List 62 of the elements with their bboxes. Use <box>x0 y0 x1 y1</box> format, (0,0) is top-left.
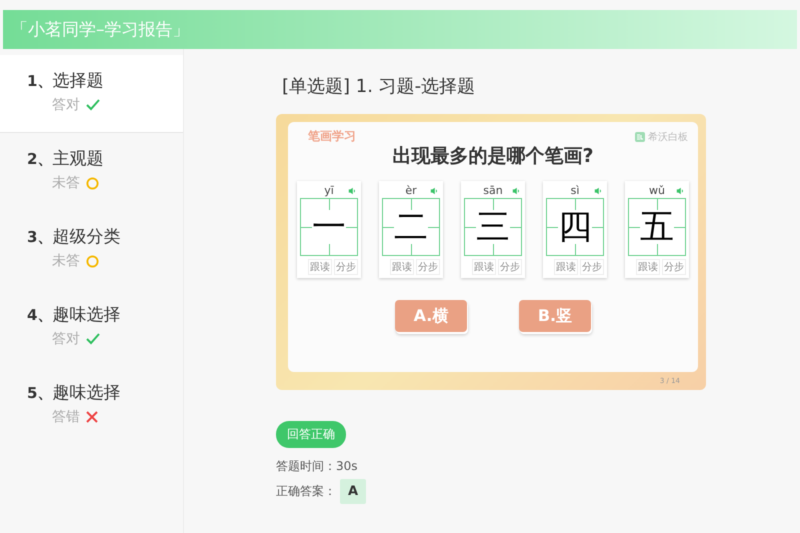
answer-label: 正确答案： <box>276 483 336 500</box>
item-number: 4、 <box>27 306 52 325</box>
chinese-character: 二 <box>394 210 428 244</box>
check-icon <box>86 333 100 345</box>
chinese-character: 五 <box>640 210 674 244</box>
status-text: 答对 <box>52 330 80 348</box>
speaker-icon <box>430 187 438 195</box>
circle-icon <box>86 176 99 190</box>
report-title: 「小茗同学–学习报告」 <box>11 19 190 41</box>
card-button[interactable]: 跟读 <box>390 259 414 275</box>
item-title: 趣味选择 <box>52 304 120 326</box>
speaker-icon <box>676 187 684 195</box>
item-number: 3、 <box>27 228 52 247</box>
cross-icon <box>86 411 98 423</box>
card-button[interactable]: 分步 <box>416 259 440 275</box>
pinyin-text: yī <box>324 184 334 198</box>
logo-text: 希沃白板 <box>648 130 688 144</box>
card-button[interactable]: 分步 <box>580 259 604 275</box>
question-title: [单选题] 1. 习题-选择题 <box>282 75 476 98</box>
answer-time: 答题时间：30s <box>276 458 359 475</box>
item-title: 主观题 <box>52 148 104 170</box>
question-item[interactable]: 5、趣味选择 答错 <box>0 367 183 445</box>
item-title: 趣味选择 <box>52 382 120 404</box>
pinyin-text: sān <box>483 184 503 198</box>
pinyin-text: sì <box>570 184 580 198</box>
card-button[interactable]: 跟读 <box>472 259 496 275</box>
card-button[interactable]: 跟读 <box>636 259 660 275</box>
correct-answer: A <box>340 479 366 504</box>
item-title: 超级分类 <box>52 226 120 248</box>
check-icon <box>86 99 100 111</box>
card-button[interactable]: 跟读 <box>554 259 578 275</box>
item-number: 5、 <box>27 384 52 403</box>
question-item[interactable]: 2、主观题 未答 <box>0 133 183 211</box>
item-title: 选择题 <box>52 70 104 92</box>
speaker-icon <box>594 187 602 195</box>
chinese-character: 一 <box>312 210 346 244</box>
item-number: 2、 <box>27 150 52 169</box>
pinyin-text: èr <box>405 184 417 198</box>
slide-heading: 出现最多的是哪个笔画? <box>392 144 594 169</box>
status-text: 答对 <box>52 96 80 114</box>
status-text: 未答 <box>52 252 80 270</box>
section-tag: 笔画学习 <box>308 128 356 145</box>
question-item[interactable]: 3、超级分类 未答 <box>0 211 183 289</box>
card-button[interactable]: 分步 <box>334 259 358 275</box>
card-button[interactable]: 分步 <box>498 259 522 275</box>
card-button[interactable]: 跟读 <box>308 259 332 275</box>
answer-option[interactable]: A.横 <box>395 300 467 332</box>
answer-option[interactable]: B.竖 <box>519 300 591 332</box>
speaker-icon <box>512 187 520 195</box>
chinese-character: 四 <box>558 210 592 244</box>
status-text: 答错 <box>52 408 80 426</box>
card-button[interactable]: 分步 <box>662 259 686 275</box>
question-item[interactable]: 1、选择题 答对 <box>0 55 183 133</box>
question-item[interactable]: 4、趣味选择 答对 <box>0 289 183 367</box>
logo-icon <box>635 132 645 142</box>
speaker-icon <box>348 187 356 195</box>
status-text: 未答 <box>52 174 80 192</box>
circle-icon <box>86 254 99 268</box>
item-number: 1、 <box>27 72 52 91</box>
result-badge: 回答正确 <box>276 421 346 448</box>
chinese-character: 三 <box>476 210 510 244</box>
pinyin-text: wǔ <box>649 184 665 198</box>
